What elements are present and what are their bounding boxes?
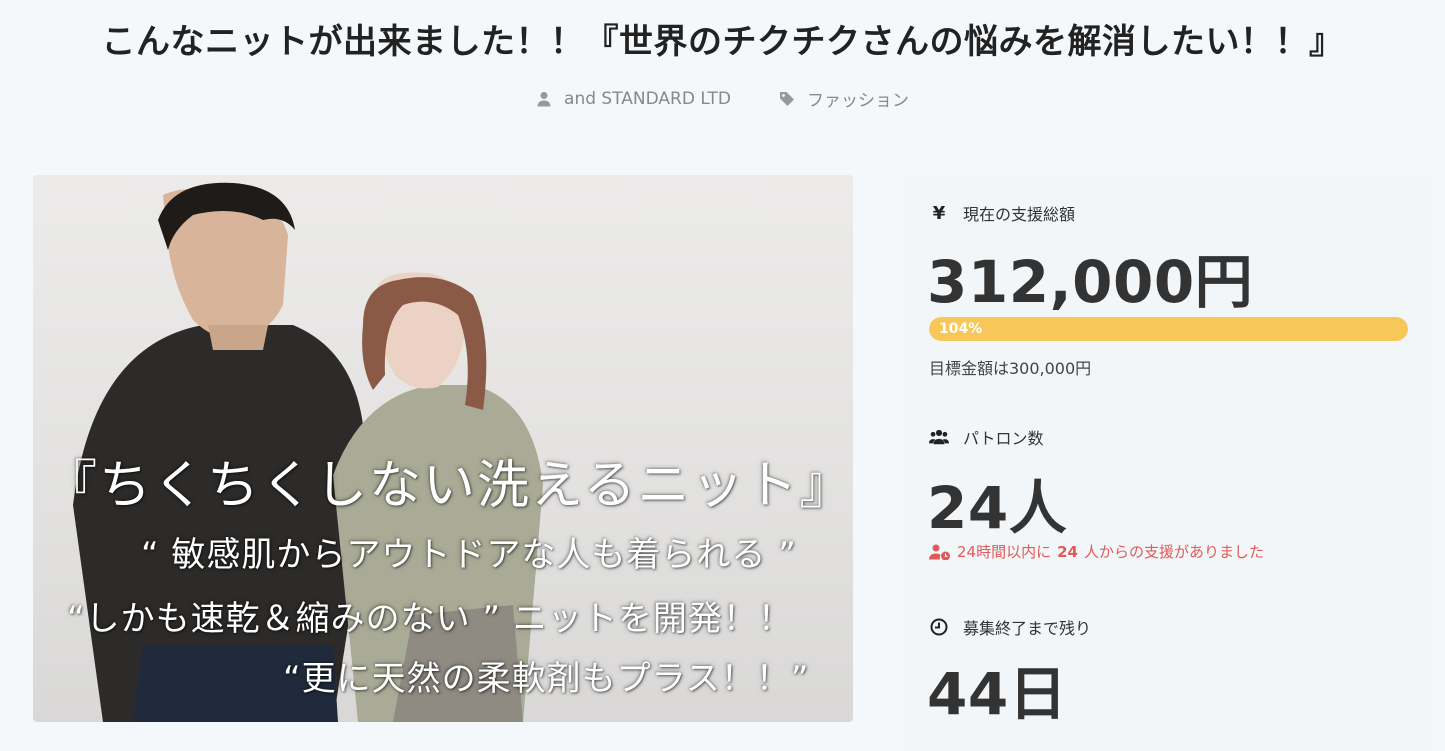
funding-label-row: ¥ 現在の支援総額 [929,201,1075,225]
recent-suffix: 人からの支援がありました [1083,543,1264,561]
remaining-label: 募集終了まで残り [963,619,1092,638]
tag-icon [779,91,794,106]
hero-caption: 『ちくちくしない洗えるニット』 “ 敏感肌からアウトドアな人も着られる ” “し… [33,175,853,722]
funding-label: 現在の支援総額 [963,205,1076,224]
hero-subline-2: “しかも速乾＆縮みのない ” ニットを開発！！ [67,599,793,639]
funding-panel: ¥ 現在の支援総額 312,000円 104% 目標金額は300,000円 パト… [905,175,1432,751]
category-link[interactable]: ファッション [779,86,909,111]
user-icon [537,91,551,106]
recent-prefix: 24時間以内に [957,543,1052,561]
patrons-label-row: パトロン数 [929,425,1043,449]
user-clock-icon [929,544,950,560]
remaining-days: 44日 [927,660,1068,728]
hero-subline-1: “ 敏感肌からアウトドアな人も着られる ” [141,535,797,575]
author-name: and STANDARD LTD [564,88,731,109]
progress-fill: 104% [929,317,1408,341]
yen-icon: ¥ [932,202,946,224]
goal-amount: 目標金額は300,000円 [929,359,1092,378]
project-meta: and STANDARD LTD ファッション [0,86,1445,111]
project-hero-image[interactable]: 『ちくちくしない洗えるニット』 “ 敏感肌からアウトドアな人も着られる ” “し… [33,175,853,722]
users-icon [929,427,949,447]
funding-amount: 312,000円 [927,248,1254,316]
recent-support-note: 24時間以内に 24 人からの支援がありました [929,541,1264,562]
category-name: ファッション [806,91,909,111]
patrons-count: 24人 [927,474,1068,542]
recent-count: 24 [1057,542,1078,561]
project-title: こんなニットが出来ました！！『世界のチクチクさんの悩みを解消したい！！』 [101,22,1344,62]
funding-progress-bar: 104% [929,317,1408,341]
clock-icon [929,617,949,637]
patrons-label: パトロン数 [963,429,1044,448]
hero-headline: 『ちくちくしない洗えるニット』 [45,456,853,516]
remaining-label-row: 募集終了まで残り [929,615,1091,639]
author-link[interactable]: and STANDARD LTD [536,86,731,111]
project-page: こんなニットが出来ました！！『世界のチクチクさんの悩みを解消したい！！』 and… [0,0,1445,751]
hero-subline-3: “更に天然の柔軟剤もプラス！！” [283,659,810,699]
